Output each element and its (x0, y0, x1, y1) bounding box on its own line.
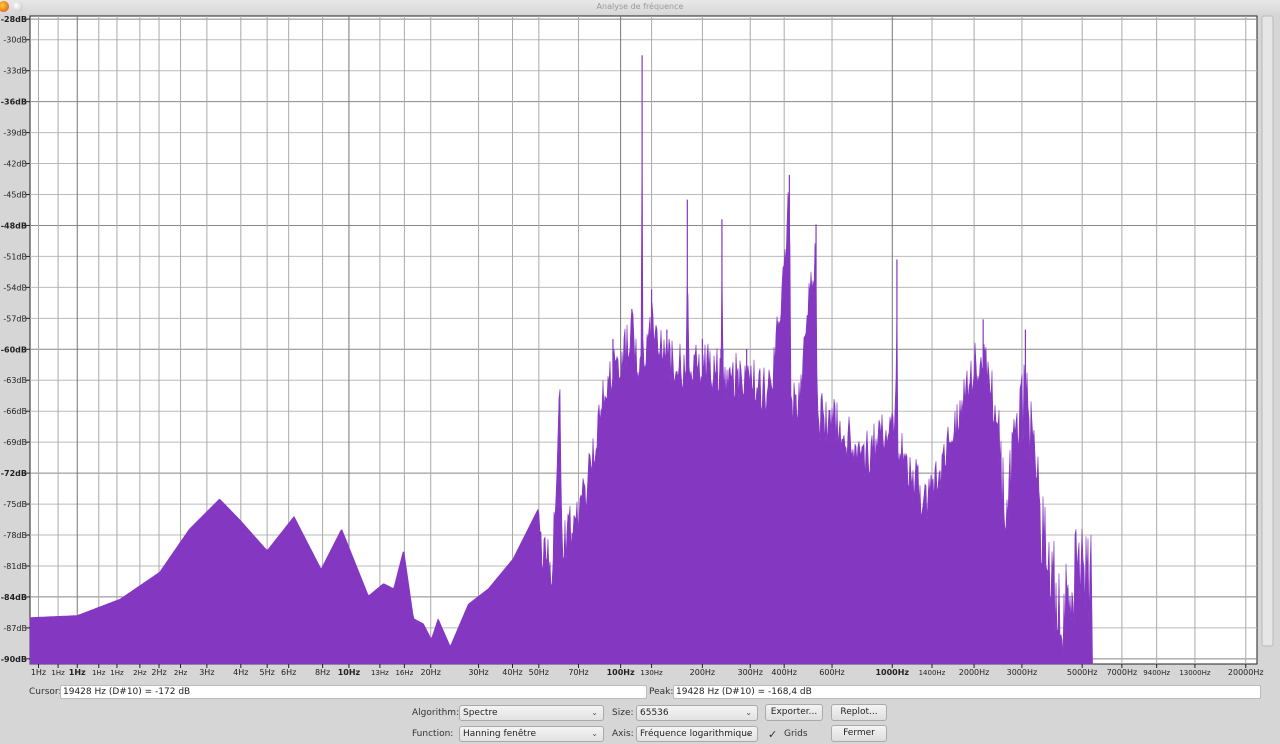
x-tick-label: 1000Hz (875, 668, 909, 677)
peak-label: Peak: (649, 687, 674, 697)
x-tick-label: 8Hz (315, 668, 330, 677)
function-select[interactable]: Hanning fenêtre ⌄ (459, 726, 604, 742)
x-tick-label: 1Hz (92, 669, 106, 677)
y-tick-label: -54dB (3, 283, 27, 292)
chevron-down-icon: ⌄ (591, 708, 598, 717)
x-tick-label: 30Hz (468, 668, 488, 677)
grids-checkbox[interactable]: ✓ (768, 728, 777, 741)
title-bar: Analyse de fréquence (0, 0, 1280, 14)
axis-value: Fréquence logarithmique (640, 729, 753, 739)
size-select[interactable]: 65536 ⌄ (636, 705, 758, 721)
function-label: Function: (412, 729, 454, 739)
y-tick-label: -69dB (3, 438, 27, 447)
x-tick-label: 7000Hz (1107, 668, 1138, 677)
size-value: 65536 (640, 708, 669, 718)
x-tick-label: 600Hz (819, 668, 844, 677)
y-tick-label: -48dB (1, 221, 27, 230)
window-title: Analyse de fréquence (596, 2, 684, 11)
x-tick-label: 2Hz (151, 668, 166, 677)
y-tick-label: -63dB (3, 376, 27, 385)
y-tick-label: -45dB (3, 191, 27, 200)
x-tick-label: 40Hz (502, 668, 522, 677)
x-tick-label: 13Hz (371, 669, 389, 677)
y-tick-label: -75dB (3, 500, 27, 509)
y-tick-label: -42dB (3, 160, 27, 169)
y-tick-label: -87dB (3, 624, 27, 633)
y-tick-label: -72dB (1, 469, 27, 478)
x-tick-label: 6Hz (281, 668, 296, 677)
y-tick-label: -28dB (1, 15, 27, 24)
x-tick-label: 2Hz (133, 669, 147, 677)
spectrum-plot[interactable]: -28dB -30dB -33dB -36dB -39dB -42dB -45dB -48dB… (0, 14, 1280, 684)
vertical-scrollbar[interactable] (1261, 15, 1274, 647)
axis-label: Axis: (612, 729, 634, 739)
x-tick-label: 300Hz (737, 668, 762, 677)
x-tick-label: 16Hz (395, 669, 413, 677)
x-tick-label: 20Hz (421, 668, 441, 677)
peak-field[interactable]: 19428 Hz (D#10) = -168,4 dB (673, 685, 1261, 699)
y-tick-label: -36dB (1, 98, 27, 107)
x-tick-label: 3Hz (199, 668, 214, 677)
x-tick-label: 1Hz (69, 668, 86, 677)
x-tick-label: 4Hz (233, 668, 248, 677)
y-tick-label: -30dB (3, 36, 27, 45)
grids-label: Grids (784, 729, 808, 739)
y-tick-label: -57dB (3, 314, 27, 323)
x-tick-label: 400Hz (771, 668, 796, 677)
algorithm-label: Algorithm: (412, 708, 460, 718)
x-tick-label: 1Hz (51, 669, 65, 677)
cursor-field[interactable]: 19428 Hz (D#10) = -172 dB (60, 685, 647, 699)
x-tick-label: 2000Hz (959, 668, 990, 677)
algorithm-select[interactable]: Spectre ⌄ (459, 705, 604, 721)
x-tick-label: 9400Hz (1143, 669, 1170, 677)
x-tick-label: 100Hz (607, 668, 635, 677)
x-tick-label: 1400Hz (919, 669, 946, 677)
y-tick-label: -51dB (3, 252, 27, 261)
y-tick-label: -33dB (3, 67, 27, 76)
x-tick-label: 130Hz (640, 669, 663, 677)
replot-button[interactable]: Replot... (831, 704, 887, 721)
axis-select[interactable]: Fréquence logarithmique ⌄ (636, 726, 758, 742)
app-icon (0, 1, 9, 12)
chevron-down-icon: ⌄ (745, 729, 752, 738)
chevron-down-icon: ⌄ (591, 729, 598, 738)
x-tick-label: 3000Hz (1007, 668, 1038, 677)
x-tick-label: 13000Hz (1179, 669, 1211, 677)
size-label: Size: (612, 708, 634, 718)
x-tick-label: 50Hz (529, 668, 549, 677)
y-tick-label: -90dB (1, 655, 27, 664)
chevron-down-icon: ⌄ (745, 708, 752, 717)
y-tick-label: -78dB (3, 531, 27, 540)
y-tick-label: -66dB (3, 407, 27, 416)
y-tick-label: -81dB (3, 562, 27, 571)
export-button[interactable]: Exporter... (765, 704, 823, 721)
close-button[interactable]: Fermer (831, 725, 887, 742)
y-axis: -28dB -30dB -33dB -36dB -39dB -42dB -45dB -48dB… (1, 15, 30, 664)
y-tick-label: -60dB (1, 345, 27, 354)
algorithm-value: Spectre (463, 708, 498, 718)
x-tick-label: 1Hz (110, 669, 124, 677)
x-tick-label: 200Hz (690, 668, 715, 677)
x-tick-label: 5Hz (259, 668, 274, 677)
window-menu-icon[interactable] (12, 1, 23, 12)
y-tick-label: -39dB (3, 129, 27, 138)
cursor-label: Cursor: (29, 687, 62, 697)
y-tick-label: -84dB (1, 593, 27, 602)
x-tick-label: 70Hz (568, 668, 588, 677)
x-tick-label: 20000Hz (1228, 668, 1264, 677)
function-value: Hanning fenêtre (463, 729, 536, 739)
x-tick-label: 5000Hz (1067, 668, 1098, 677)
x-axis: 1Hz 1Hz 1Hz 1Hz 1Hz 2Hz 2Hz 2Hz 3Hz 4Hz 5Hz 6Hz 8Hz 1… (31, 664, 1264, 677)
x-tick-label: 1Hz (31, 668, 46, 677)
x-tick-label: 10Hz (338, 668, 361, 677)
x-tick-label: 2Hz (174, 669, 188, 677)
